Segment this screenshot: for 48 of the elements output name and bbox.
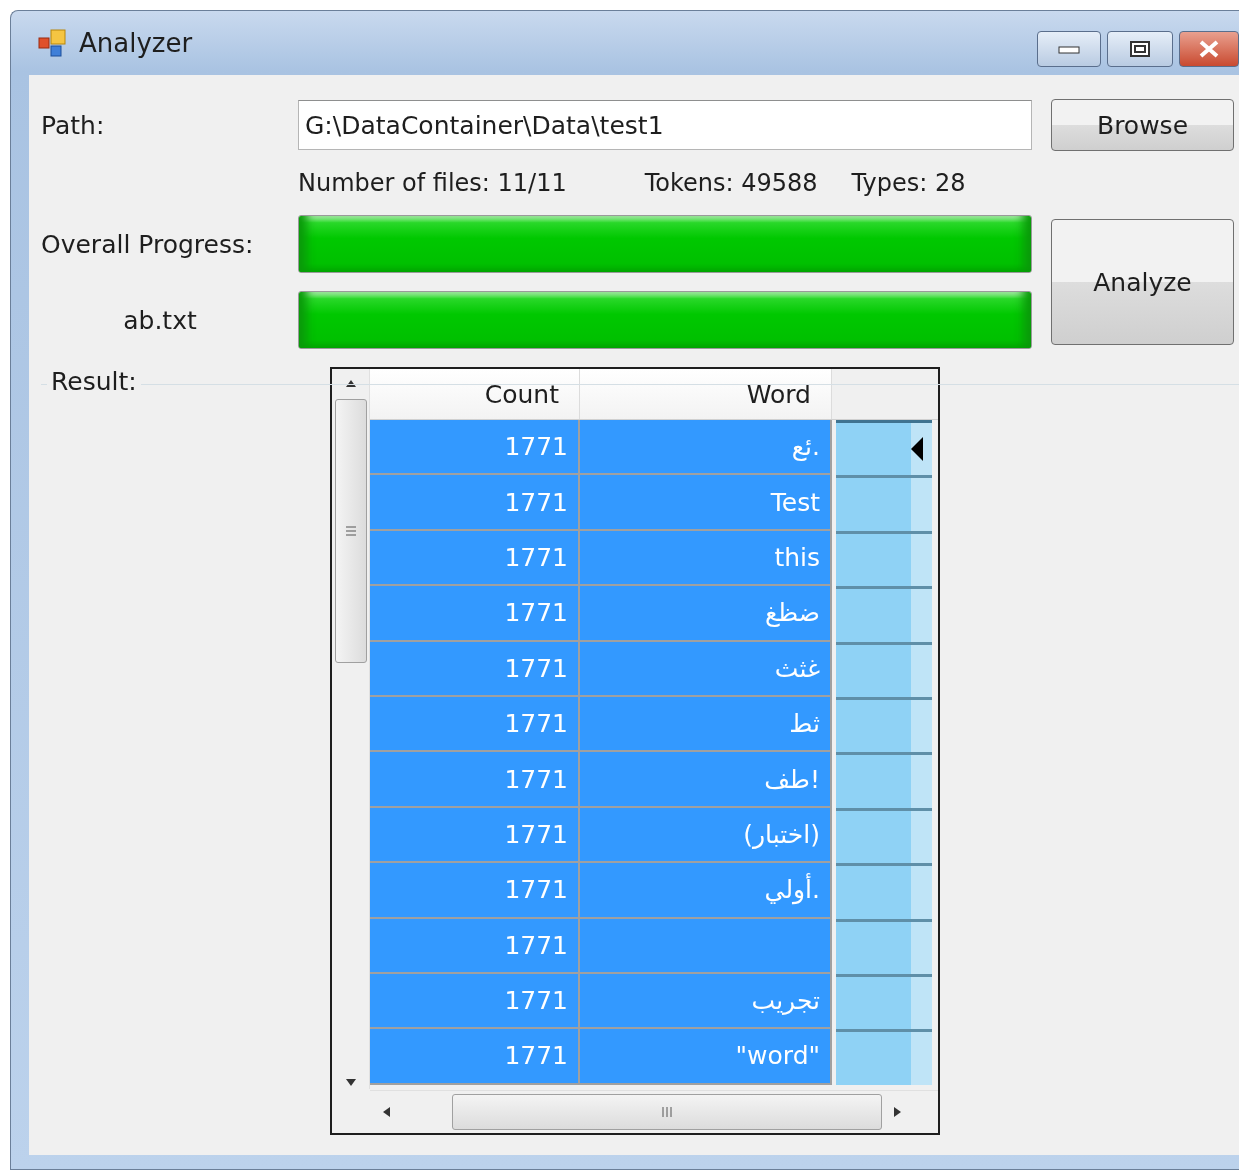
progress-label: Overall Progress: [41,229,254,259]
table-cell: "word" [580,1029,832,1085]
table-cell: تجريب [580,973,832,1030]
window-title: Analyzer [79,28,193,58]
table-cell: ضظغ [580,586,832,642]
restore-button[interactable] [1107,31,1173,67]
table-cell: ثط [580,696,832,753]
minimize-icon [1058,44,1080,54]
stat-text: Tokens: 49588 [644,169,818,197]
browse-button[interactable]: Browse [1051,99,1234,151]
path-field[interactable]: G:\DataContainer\Data\test1 [298,100,1032,150]
table-cell: ئع. [580,420,832,476]
table-cell: أولي. [580,863,832,919]
table-cell: 1771 [370,752,580,808]
row-header[interactable] [836,420,932,476]
table-cell: 1771 [370,586,580,642]
column-header[interactable]: Count [370,369,580,419]
progress-label: ab.txt [123,305,197,335]
table-cell: 1771 [370,530,580,587]
table-cell: غثث [580,641,832,697]
table-cell: Test [580,475,832,531]
table-cell: 1771 [370,807,580,864]
path-label: Path: [41,110,105,140]
table-cell: 1771 [370,641,580,697]
close-icon [1198,39,1220,59]
stat-text: Number of files: 11/11 [298,169,567,197]
table-cell: 1771 [370,918,580,974]
table-cell: طف! [580,752,832,808]
vertical-scrollbar[interactable] [332,369,370,1089]
horizontal-scrollbar[interactable] [370,1090,938,1133]
table-cell: (اختبار) [580,807,832,864]
minimize-button[interactable] [1037,31,1101,67]
table-cell: 1771 [370,973,580,1030]
app-icon [37,28,67,58]
table-cell: 1771 [370,696,580,753]
grip-icon [343,524,358,538]
table-cell: 1771 [370,1029,580,1085]
restore-icon [1128,39,1152,59]
analyze-button[interactable]: Analyze [1051,219,1234,345]
column-header[interactable]: Word [580,369,832,419]
table-cell: 1771 [370,863,580,919]
grip-icon [660,1105,674,1119]
table-cell: 1771 [370,475,580,531]
current-row-icon [910,436,924,463]
stat-text: Types: 28 [851,169,966,197]
table-cell: 1771 [370,420,580,476]
table-cell: this [580,530,832,587]
close-button[interactable] [1179,31,1239,67]
